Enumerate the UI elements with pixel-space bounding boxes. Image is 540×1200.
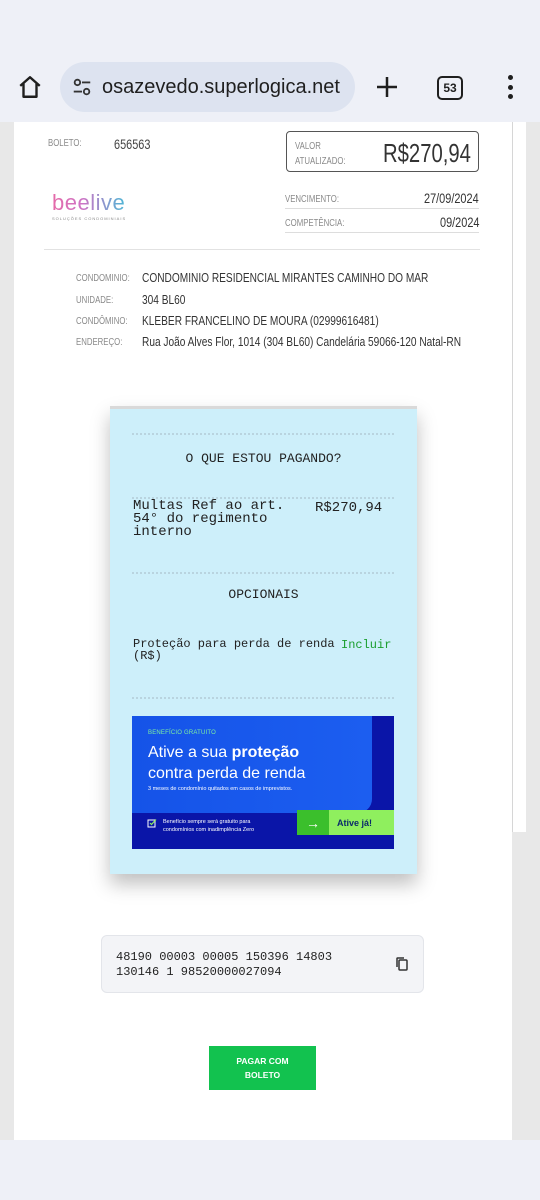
dotted-divider xyxy=(132,697,394,699)
side-panel-edge xyxy=(512,122,526,832)
vencimento-value: 27/09/2024 xyxy=(424,190,479,206)
site-settings-icon[interactable] xyxy=(68,73,96,101)
pay-with-boleto-button[interactable]: PAGAR COM BOLETO xyxy=(209,1046,316,1090)
address-bar[interactable]: osazevedo.superlogica.net xyxy=(60,62,355,112)
boleto-number: 656563 xyxy=(114,136,151,152)
include-protection-link[interactable]: Incluir xyxy=(341,638,391,652)
valor-atualizado-box: VALOR ATUALIZADO: R$270,94 xyxy=(286,131,479,172)
new-tab-button[interactable] xyxy=(372,72,402,102)
valor-amount: R$270,94 xyxy=(383,138,471,168)
detail-label: CONDOMINIO: xyxy=(76,273,130,284)
banner-footer: Benefício sempre será gratuito para cond… xyxy=(163,819,255,833)
beelive-logo: beelive SOLUÇÕES CONDOMINIAIS xyxy=(52,190,127,221)
optionals-title: OPCIONAIS xyxy=(228,587,299,602)
detail-value: CONDOMINIO RESIDENCIAL MIRANTES CAMINHO … xyxy=(142,270,429,285)
more-menu-icon[interactable] xyxy=(500,72,520,102)
barcode-line-box: 48190 00003 00005 150396 14803 130146 1 … xyxy=(101,935,424,993)
detail-label: UNIDADE: xyxy=(76,295,114,306)
competencia-label: COMPETÊNCIA: xyxy=(285,218,345,229)
navigation-bar xyxy=(0,1140,540,1200)
detail-value: 304 BL60 xyxy=(142,292,186,307)
dotted-divider xyxy=(132,572,394,574)
arrow-right-icon: → xyxy=(297,810,329,835)
activate-now-button[interactable]: → Ative já! xyxy=(297,810,394,835)
charge-description: Multas Ref ao art. 54° do regimento inte… xyxy=(133,498,285,540)
competencia-value: 09/2024 xyxy=(440,214,480,230)
divider xyxy=(285,232,479,233)
detail-value: Rua João Alves Flor, 1014 (304 BL60) Can… xyxy=(142,334,462,349)
banner-tag: BENEFÍCIO GRATUITO xyxy=(148,730,217,736)
divider xyxy=(285,208,479,209)
valor-label: VALOR ATUALIZADO: xyxy=(295,141,346,167)
status-bar xyxy=(0,0,540,52)
divider xyxy=(44,249,480,250)
checklist-icon xyxy=(147,819,157,828)
banner-headline: Ative a sua proteção contra perda de rend… xyxy=(148,744,306,782)
charge-amount: R$270,94 xyxy=(315,500,383,516)
barcode-digits[interactable]: 48190 00003 00005 150396 14803 130146 1 … xyxy=(116,950,332,980)
detail-label: CONDÔMINO: xyxy=(76,316,128,327)
detail-value: KLEBER FRANCELINO DE MOURA (02999616481) xyxy=(142,313,379,328)
payment-summary-card: O QUE ESTOU PAGANDO? Multas Ref ao art. … xyxy=(110,406,417,874)
boleto-page: BOLETO: 656563 VALOR ATUALIZADO: R$270,9… xyxy=(14,122,512,1140)
summary-title: O QUE ESTOU PAGANDO? xyxy=(185,451,342,466)
banner-subtext: 3 meses de condomínio quitados em casos … xyxy=(148,786,293,792)
detail-label: ENDEREÇO: xyxy=(76,337,123,348)
browser-toolbar: osazevedo.superlogica.net 53 xyxy=(0,52,540,122)
home-button[interactable] xyxy=(14,71,46,103)
boleto-label: BOLETO: xyxy=(48,138,82,149)
protection-promo-banner[interactable]: BENEFÍCIO GRATUITO Ative a sua proteção c… xyxy=(132,716,394,849)
dotted-divider xyxy=(132,433,394,435)
tab-switcher-button[interactable]: 53 xyxy=(437,76,463,100)
vencimento-label: VENCIMENTO: xyxy=(285,194,340,205)
url-text[interactable]: osazevedo.superlogica.net xyxy=(102,76,340,99)
home-icon xyxy=(19,76,41,98)
protection-label: Proteção para perda de renda (R$) xyxy=(133,637,335,663)
copy-icon[interactable] xyxy=(394,956,410,972)
plus-icon xyxy=(377,77,397,97)
